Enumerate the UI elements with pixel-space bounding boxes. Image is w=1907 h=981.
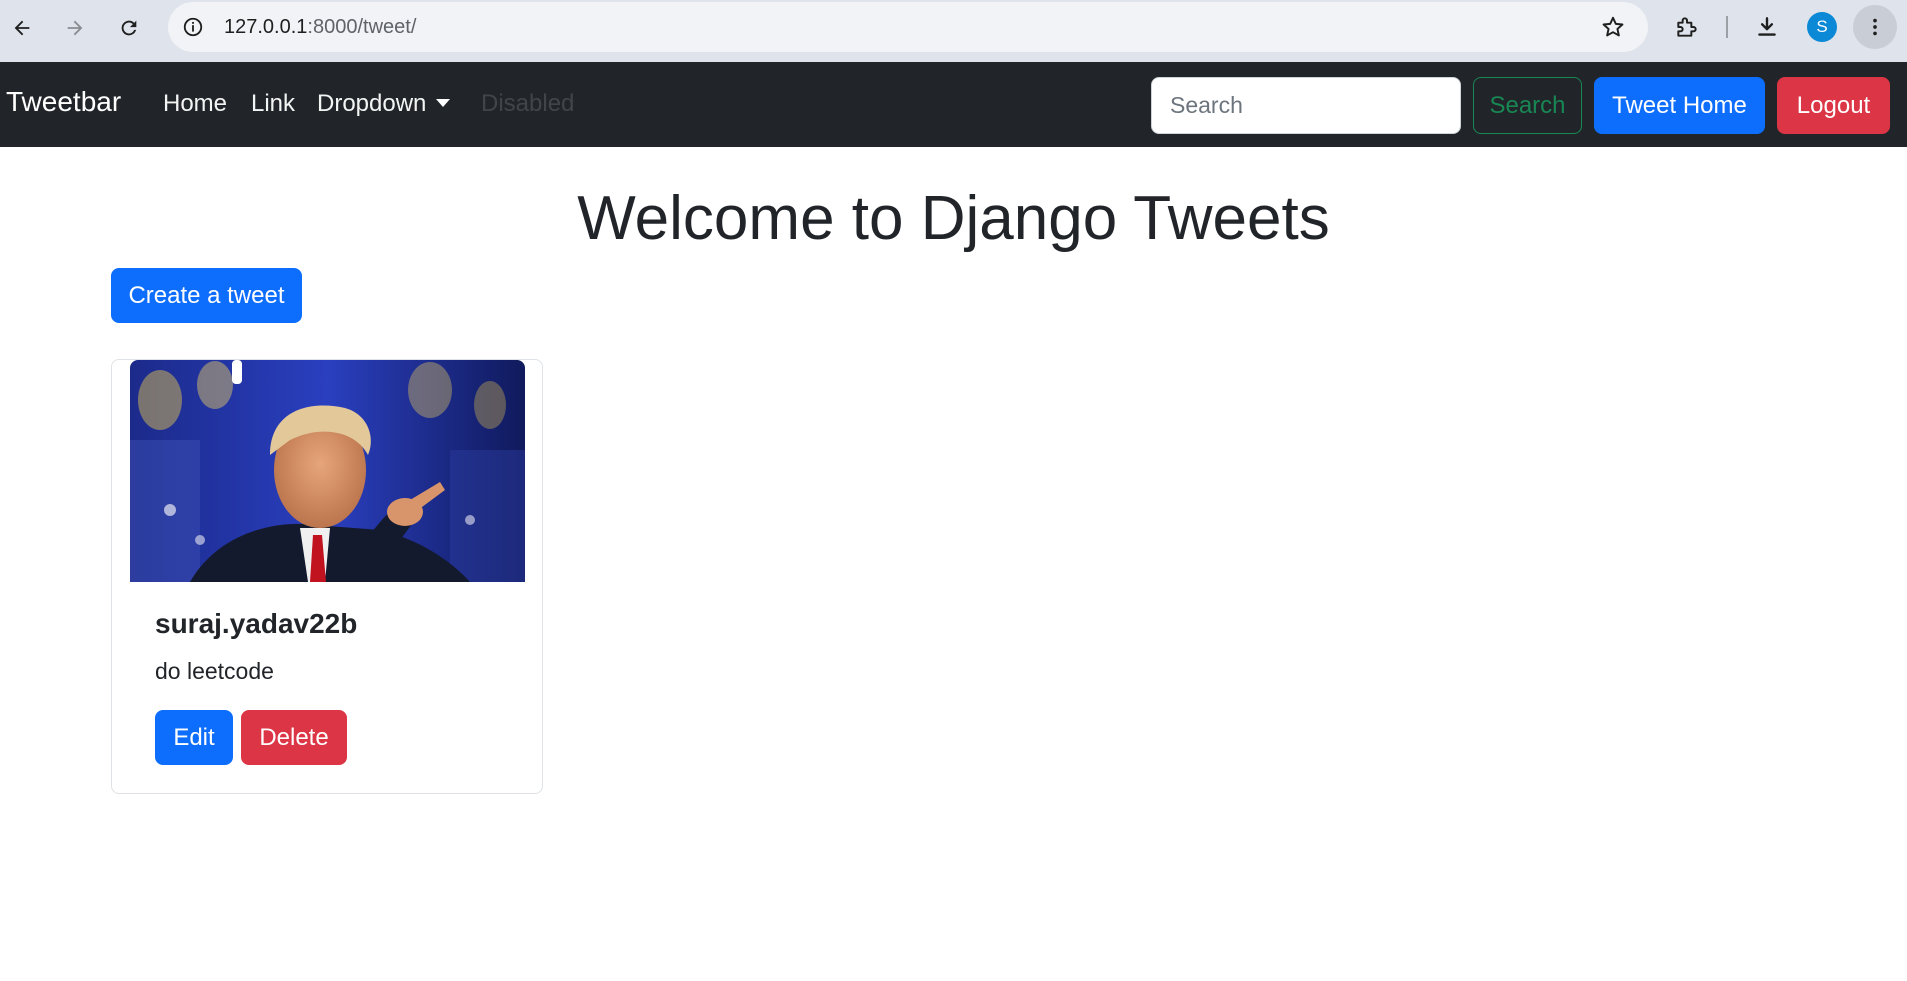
tweet-username: suraj.yadav22b <box>155 608 358 639</box>
search-button[interactable]: Search <box>1473 77 1582 134</box>
caret-down-icon <box>436 98 451 107</box>
download-icon[interactable] <box>1752 12 1782 42</box>
page-title: Welcome to Django Tweets <box>577 184 1330 253</box>
nav-link-link[interactable]: Link <box>251 90 295 118</box>
reload-icon[interactable] <box>111 10 147 46</box>
nav-dropdown-label: Dropdown <box>317 90 427 117</box>
profile-avatar[interactable]: S <box>1807 12 1837 42</box>
nav-link-home[interactable]: Home <box>163 90 227 118</box>
forward-icon[interactable] <box>57 10 93 46</box>
url-path: :8000/tweet/ <box>307 16 417 38</box>
search-input[interactable] <box>1151 77 1461 134</box>
navbar-brand[interactable]: Tweetbar <box>6 86 121 118</box>
tweet-image <box>130 360 525 582</box>
url-host: 127.0.0.1 <box>224 16 308 38</box>
address-bar[interactable]: 127.0.0.1:8000/tweet/ <box>168 2 1648 52</box>
tweet-card: suraj.yadav22b do leetcode Edit Delete <box>111 359 543 794</box>
nav-link-disabled: Disabled <box>481 90 575 117</box>
bookmark-star-icon[interactable] <box>1600 14 1626 40</box>
url-text: 127.0.0.1:8000/tweet/ <box>224 16 416 39</box>
tweet-home-button[interactable]: Tweet Home <box>1594 77 1765 134</box>
create-tweet-button[interactable]: Create a tweet <box>111 268 302 323</box>
edit-tweet-button[interactable]: Edit <box>155 710 233 765</box>
tweet-text: do leetcode <box>155 658 274 684</box>
browser-toolbar: 127.0.0.1:8000/tweet/ S <box>0 0 1907 62</box>
toolbar-divider <box>1726 16 1728 38</box>
navbar: Tweetbar Home Link Dropdown Disabled Sea… <box>0 62 1907 147</box>
nav-dropdown-toggle[interactable]: Dropdown <box>317 90 451 118</box>
kebab-menu-icon[interactable] <box>1853 5 1897 49</box>
logout-button[interactable]: Logout <box>1777 77 1890 134</box>
site-info-icon[interactable] <box>180 14 206 40</box>
extensions-icon[interactable] <box>1672 12 1702 42</box>
delete-tweet-button[interactable]: Delete <box>241 710 347 765</box>
back-icon[interactable] <box>4 10 40 46</box>
